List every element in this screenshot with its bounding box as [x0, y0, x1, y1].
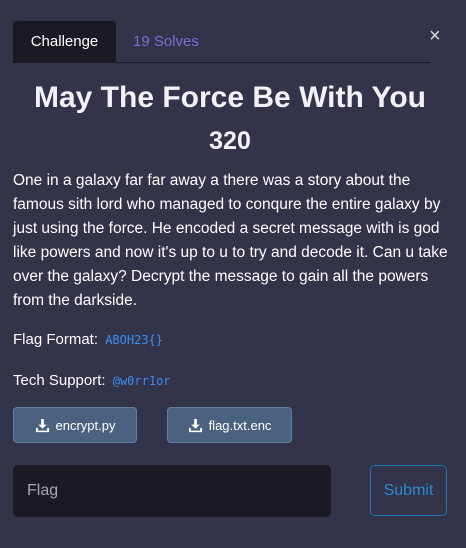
download-flag-enc-button[interactable]: flag.txt.enc [167, 407, 292, 443]
download-encrypt-py-button[interactable]: encrypt.py [13, 407, 137, 443]
modal-tabs: Challenge 19 Solves [13, 21, 430, 63]
file-label: flag.txt.enc [208, 417, 272, 433]
tech-support-label: Tech Support: [13, 372, 106, 389]
challenge-points: 320 [209, 127, 251, 155]
challenge-description: One in a galaxy far far away a there was… [13, 172, 448, 309]
flag-input[interactable] [13, 465, 331, 517]
download-icon [188, 418, 202, 432]
tab-challenge[interactable]: Challenge [13, 21, 116, 62]
tech-support: Tech Support: @w0rr1or [13, 372, 171, 389]
tab-solves[interactable]: 19 Solves [133, 21, 199, 62]
file-label: encrypt.py [55, 417, 116, 433]
tech-support-value: @w0rr1or [112, 374, 171, 388]
submit-button[interactable]: Submit [370, 465, 447, 516]
challenge-title: May The Force Be With You [33, 81, 426, 114]
flag-format: Flag Format: ABOH23{} [13, 331, 163, 348]
close-button[interactable]: × [429, 26, 441, 46]
flag-format-value: ABOH23{} [105, 333, 163, 347]
download-icon [35, 418, 49, 432]
flag-format-label: Flag Format: [13, 331, 99, 348]
